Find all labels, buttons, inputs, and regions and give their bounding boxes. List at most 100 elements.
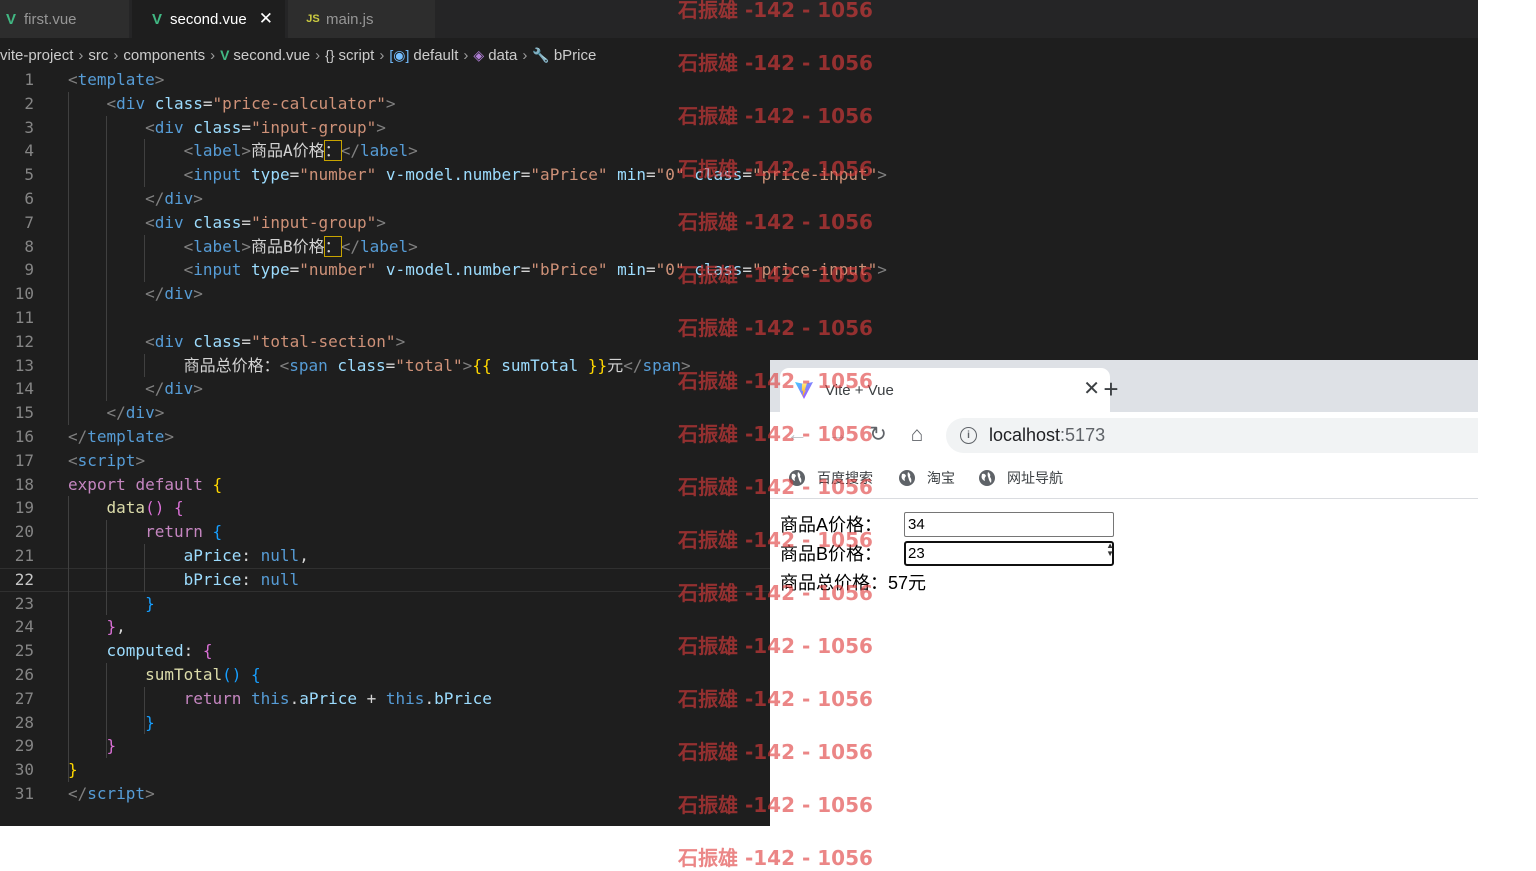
code-token: div	[164, 189, 194, 208]
breadcrumb-item[interactable]: [◉] default	[389, 47, 458, 64]
indent-guide	[106, 520, 107, 616]
code-token: div	[154, 331, 184, 351]
code-token: "price-input"	[752, 165, 878, 185]
code-token: script	[77, 450, 136, 470]
code-token: =	[289, 165, 300, 185]
code-line[interactable]: 3 <div class="input-group">	[0, 116, 1478, 140]
code-token: "number"	[299, 165, 377, 185]
editor-tab[interactable]: Vfirst.vue	[0, 0, 130, 38]
number-spinner[interactable]: ▲ ▼	[1106, 542, 1114, 558]
indent-guide	[106, 115, 107, 402]
code-token: >	[193, 189, 203, 208]
breadcrumb-separator: ›	[210, 46, 216, 64]
editor-tab[interactable]: JS main.js	[288, 0, 436, 38]
line-number: 18	[14, 474, 34, 494]
close-icon[interactable]: ✕	[259, 9, 273, 29]
code-line[interactable]: 5 <input type="number" v-model.number="a…	[0, 163, 1478, 187]
code-line[interactable]: 11	[0, 306, 1478, 330]
code-text: }	[68, 592, 155, 616]
breadcrumb-separator: ›	[78, 46, 84, 64]
code-line[interactable]: 12 <div class="total-section">	[0, 330, 1478, 354]
code-text: return this.aPrice + this.bPrice	[68, 687, 492, 711]
code-line[interactable]: 9 <input type="number" v-model.number="b…	[0, 258, 1478, 282]
code-token: this	[385, 688, 425, 708]
reload-icon[interactable]: ↻	[865, 422, 891, 448]
code-line[interactable]: 8 <label>商品B价格：</label>	[0, 235, 1478, 259]
line-number: 16	[14, 427, 34, 446]
code-token: label	[193, 141, 242, 161]
line-number: 7	[24, 212, 34, 232]
site-info-icon[interactable]: i	[960, 427, 977, 444]
code-token: =	[241, 331, 252, 351]
code-token: ()	[222, 665, 242, 684]
code-token: >	[164, 427, 174, 446]
browser-tab[interactable]: Vite + Vue ✕	[780, 368, 1110, 412]
price-b-input[interactable]	[904, 540, 1114, 566]
code-line[interactable]: 6 </div>	[0, 187, 1478, 211]
breadcrumb-item[interactable]: {} script	[325, 47, 374, 64]
line-number: 14	[14, 379, 34, 399]
code-token: }	[106, 617, 117, 637]
code-line[interactable]: 7 <div class="input-group">	[0, 211, 1478, 235]
browser-tab-strip: Vite + Vue ✕ +	[770, 360, 1478, 412]
bookmark-label: 百度搜索	[817, 470, 873, 486]
breadcrumb-separator: ›	[522, 46, 528, 64]
code-text: </template>	[68, 425, 174, 449]
code-token: "bPrice"	[530, 260, 608, 280]
indent-guide	[144, 353, 145, 378]
code-token: <	[183, 165, 194, 185]
address-bar[interactable]: i localhost :5173	[946, 418, 1478, 453]
code-token: =	[742, 165, 753, 185]
bookmark-item[interactable]: 淘宝	[898, 468, 955, 488]
line-number: 15	[14, 403, 34, 423]
code-token: =	[385, 355, 396, 375]
code-token: export	[68, 474, 126, 494]
editor-tab-label: first.vue	[24, 10, 77, 28]
code-token: </	[106, 403, 126, 423]
line-number: 27	[14, 688, 34, 708]
bookmark-item[interactable]: 网址导航	[978, 468, 1063, 488]
bookmark-item[interactable]: 百度搜索	[788, 468, 873, 488]
code-line[interactable]: 4 <label>商品A价格：</label>	[0, 139, 1478, 163]
code-line[interactable]: 2 <div class="price-calculator">	[0, 92, 1478, 116]
code-token: "aPrice"	[530, 165, 608, 185]
code-line[interactable]: 1 <template>	[0, 68, 1478, 92]
globe-icon	[899, 470, 915, 486]
price-a-input[interactable]	[904, 511, 1114, 537]
breadcrumb-item[interactable]: components	[123, 47, 205, 64]
code-token: }}	[587, 355, 608, 375]
code-line[interactable]: 10 </div>	[0, 282, 1478, 306]
breadcrumb-separator: ›	[379, 46, 385, 64]
breadcrumb-item[interactable]: Vsecond.vue	[220, 47, 310, 64]
breadcrumb-item[interactable]: src	[88, 47, 108, 64]
back-arrow-icon[interactable]: ←	[784, 422, 810, 448]
code-text: </script>	[68, 782, 155, 806]
spin-down-icon[interactable]: ▼	[1106, 550, 1114, 558]
code-token: </	[145, 189, 165, 208]
code-token: "price-input"	[752, 260, 878, 280]
page-viewport: 商品A价格： 商品B价格： ▲ ▼ 商品总价格： 57元	[770, 500, 1478, 864]
home-icon[interactable]: ⌂	[904, 422, 930, 448]
price-b-label: 商品B价格：	[780, 544, 883, 564]
breadcrumb-item[interactable]: vite-project	[0, 47, 73, 64]
code-token: >	[877, 260, 887, 280]
breadcrumb-item[interactable]: ◈ data	[473, 47, 517, 64]
code-token: sumTotal	[501, 355, 579, 375]
breadcrumb-label: vite-project	[0, 46, 74, 64]
breadcrumb-item[interactable]: 🔧 bPrice	[532, 47, 596, 64]
new-tab-button[interactable]: +	[1096, 374, 1126, 405]
forward-arrow-icon[interactable]: →	[825, 422, 851, 448]
line-number: 28	[14, 712, 34, 732]
editor-tab[interactable]: Vsecond.vue ✕	[132, 0, 286, 38]
code-token: data	[106, 498, 146, 518]
